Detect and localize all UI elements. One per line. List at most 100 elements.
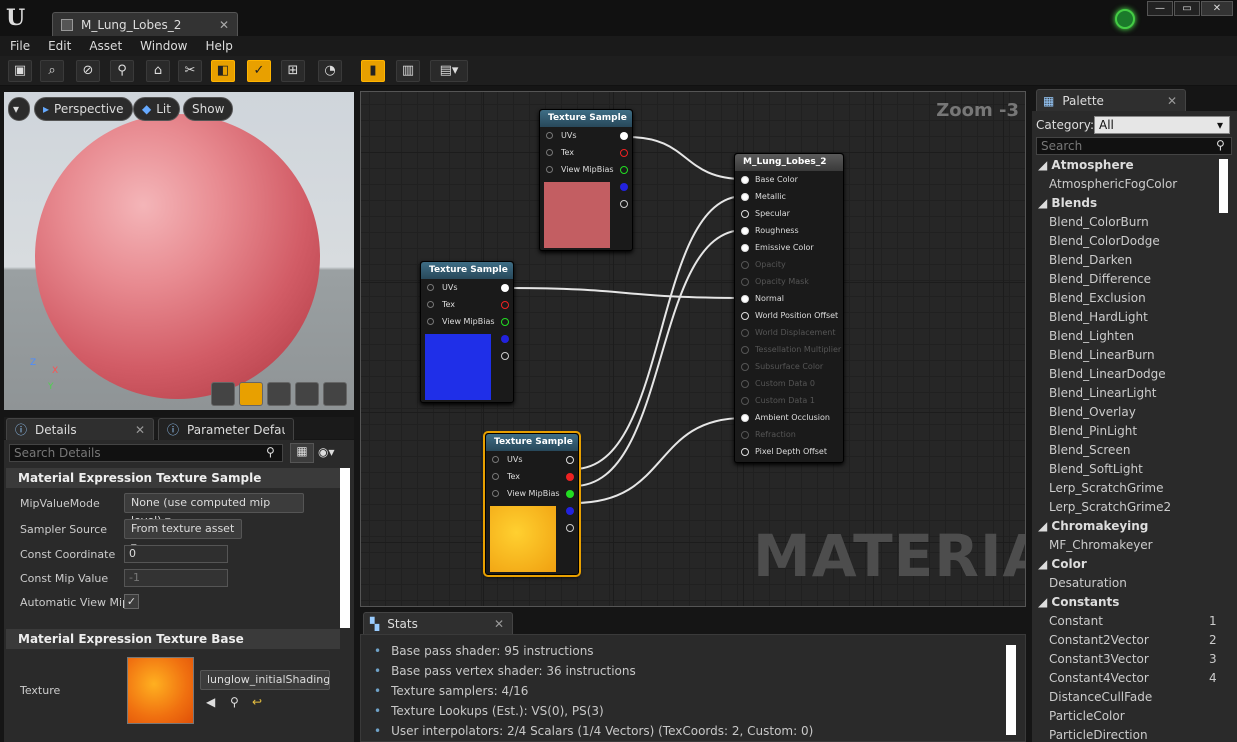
material-input-pin[interactable]: Tessellation Multiplier [741,345,841,354]
texture-sample-node-top[interactable]: Texture Sample UVs Tex View MipBias [539,109,633,251]
input-pin-icon[interactable] [741,311,749,320]
palette-scrollbar[interactable] [1219,159,1228,213]
cube-preview-icon[interactable] [295,382,319,406]
palette-item[interactable]: Blend_LinearDodge [1049,367,1219,381]
palette-category[interactable]: ◢ Chromakeying [1038,519,1148,533]
view-options-icon[interactable]: ▦ [290,443,314,463]
palette-item[interactable]: Constant4Vector [1049,671,1219,685]
texture-sample-node-bottom[interactable]: Texture Sample UVs Tex View MipBias [483,431,581,577]
output-b-pin[interactable] [501,335,509,343]
document-tab[interactable]: M_Lung_Lobes_2 ✕ [52,12,238,36]
output-g-pin[interactable] [566,490,574,498]
sampler-source-dropdown[interactable]: From texture asset ▾ [124,519,242,553]
menu-file[interactable]: File [10,39,30,53]
const-coordinate-input[interactable]: 0 [124,545,228,563]
output-g-pin[interactable] [620,166,628,174]
palette-item[interactable]: AtmosphericFogColor [1049,177,1219,191]
output-rgb-pin[interactable] [566,456,574,464]
const-mip-value-input[interactable]: -1 [124,569,228,587]
palette-category[interactable]: ◢ Atmosphere [1038,158,1134,172]
output-g-pin[interactable] [501,318,509,326]
palette-item[interactable]: Blend_LinearLight [1049,386,1219,400]
material-input-pin[interactable]: Ambient Occlusion [741,413,830,422]
material-input-pin[interactable]: Base Color [741,175,798,184]
browse-icon[interactable]: ⌕ [40,60,64,82]
palette-tab[interactable]: ▦ Palette ✕ [1036,89,1186,111]
palette-item[interactable]: Blend_HardLight [1049,310,1219,324]
palette-item[interactable]: MF_Chromakeyer [1049,538,1219,552]
material-input-pin[interactable]: Specular [741,209,790,218]
parameter-defaults-tab[interactable]: ⓘ Parameter Defaults [158,418,294,440]
palette-item[interactable]: ParticleDirection [1049,728,1219,742]
palette-item[interactable]: Blend_ColorDodge [1049,234,1219,248]
pin-view-mipbias[interactable]: View MipBias [492,489,560,498]
palette-item[interactable]: Constant2Vector [1049,633,1219,647]
palette-item[interactable]: DistanceCullFade [1049,690,1219,704]
live-preview-icon[interactable]: ✓ [247,60,271,82]
input-pin-icon[interactable] [741,192,749,201]
palette-category[interactable]: ◢ Blends [1038,196,1097,210]
eye-icon[interactable]: ◉▾ [318,445,335,459]
material-output-node[interactable]: M_Lung_Lobes_2 Base Color Metallic Specula… [734,153,844,463]
browse-search-icon[interactable]: ⚲ [230,695,239,709]
menu-window[interactable]: Window [140,39,187,53]
output-a-pin[interactable] [501,352,509,360]
palette-item[interactable]: Constant3Vector [1049,652,1219,666]
palette-item[interactable]: Blend_PinLight [1049,424,1219,438]
palette-item[interactable]: Blend_Lighten [1049,329,1219,343]
stats-icon[interactable]: ▮ [361,60,385,82]
automatic-view-mip-checkbox[interactable]: ✓ [124,594,139,609]
palette-item[interactable]: Blend_LinearBurn [1049,348,1219,362]
palette-search-input[interactable]: Search [1036,137,1232,155]
close-tab-icon[interactable]: ✕ [135,423,145,437]
stats-tab[interactable]: ▚ Stats ✕ [363,612,513,634]
material-input-pin[interactable]: Refraction [741,430,796,439]
apply-icon[interactable]: ⊘ [76,60,100,82]
source-control-status-icon[interactable] [1115,9,1135,29]
pin-tex[interactable]: Tex [427,300,455,309]
show-button[interactable]: Show [183,97,234,121]
live-nodes-icon[interactable]: ⊞ [281,60,305,82]
close-tab-icon[interactable]: ✕ [1167,94,1177,108]
input-pin-icon[interactable] [741,243,749,252]
material-input-pin[interactable]: Custom Data 0 [741,379,815,388]
input-pin-icon[interactable] [741,430,749,439]
close-window-button[interactable]: ✕ [1201,1,1233,16]
clean-up-icon[interactable]: ✂ [178,60,202,82]
reset-icon[interactable]: ↩ [252,695,262,709]
material-input-pin[interactable]: Normal [741,294,784,303]
minimize-button[interactable]: — [1147,1,1173,16]
cylinder-preview-icon[interactable] [211,382,235,406]
palette-item[interactable]: Blend_Screen [1049,443,1219,457]
details-tab[interactable]: ⓘ Details ✕ [6,418,154,440]
palette-category[interactable]: ◢ Color [1038,557,1087,571]
sphere-preview-icon[interactable] [239,382,263,406]
pin-uvs[interactable]: UVs [546,131,577,140]
output-a-pin[interactable] [566,524,574,532]
input-pin-icon[interactable] [741,362,749,371]
material-input-pin[interactable]: Pixel Depth Offset [741,447,827,456]
pin-view-mipbias[interactable]: View MipBias [546,165,614,174]
texture-sample-section-header[interactable]: Material Expression Texture Sample [6,468,340,488]
texture-thumbnail[interactable] [127,657,194,724]
mobile-stats-icon[interactable]: ▥ [396,60,420,82]
output-r-pin[interactable] [566,473,574,481]
texture-base-section-header[interactable]: Material Expression Texture Base [6,629,340,649]
close-tab-icon[interactable]: ✕ [494,617,504,631]
palette-item[interactable]: Desaturation [1049,576,1219,590]
palette-item[interactable]: Blend_Difference [1049,272,1219,286]
hide-unrelated-icon[interactable]: ▤▾ [430,60,468,82]
input-pin-icon[interactable] [741,379,749,388]
input-pin-icon[interactable] [741,260,749,269]
output-rgb-pin[interactable] [620,132,628,140]
input-pin-icon[interactable] [741,413,749,422]
pin-uvs[interactable]: UVs [427,283,458,292]
output-a-pin[interactable] [620,200,628,208]
save-icon[interactable]: ▣ [8,60,32,82]
pin-uvs[interactable]: UVs [492,455,523,464]
input-pin-icon[interactable] [741,209,749,218]
palette-item[interactable]: Blend_Overlay [1049,405,1219,419]
output-r-pin[interactable] [501,301,509,309]
stats-scrollbar[interactable] [1006,645,1016,735]
palette-item[interactable]: Constant [1049,614,1219,628]
